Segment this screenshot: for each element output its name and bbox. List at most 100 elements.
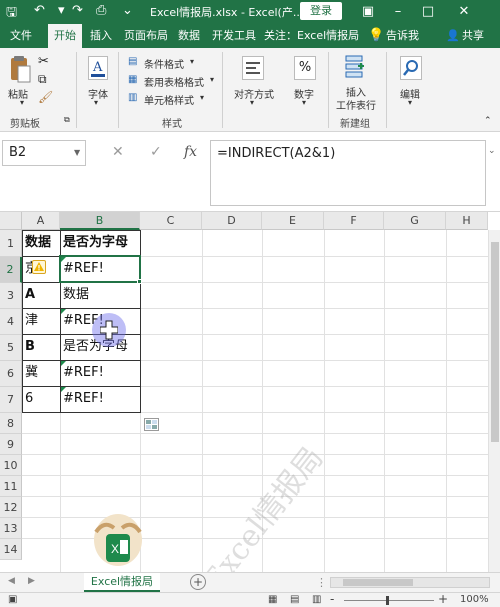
zoom-out-button[interactable]: -: [330, 592, 334, 606]
cell-a3[interactable]: A: [22, 282, 60, 308]
conditional-format-dropdown-icon[interactable]: ▾: [190, 57, 194, 66]
cell-b1[interactable]: 是否为字母: [60, 230, 140, 256]
column-header[interactable]: G: [384, 212, 446, 230]
hscroll-splitter-icon[interactable]: ⋮: [316, 576, 327, 589]
normal-view-icon[interactable]: ▦: [268, 594, 277, 605]
login-button[interactable]: 登录: [300, 2, 342, 20]
customize-qat-icon[interactable]: ⌄: [122, 3, 133, 18]
scrollbar-thumb[interactable]: [491, 242, 499, 442]
cell-style-button[interactable]: 单元格样式: [144, 92, 194, 107]
cell-a4[interactable]: 津: [22, 308, 60, 334]
cell-a6[interactable]: 冀: [22, 360, 60, 386]
tell-me-box[interactable]: 告诉我: [386, 24, 419, 48]
tab-developer[interactable]: 开发工具: [212, 24, 256, 48]
column-header[interactable]: D: [202, 212, 262, 230]
expand-formula-icon[interactable]: ⌄: [488, 146, 496, 156]
row-header[interactable]: 6: [0, 361, 22, 387]
quick-analysis-icon[interactable]: [144, 418, 159, 431]
horizontal-scrollbar[interactable]: [330, 577, 490, 588]
row-header[interactable]: 4: [0, 309, 22, 335]
hscroll-thumb[interactable]: [343, 579, 413, 586]
undo-dropdown-icon[interactable]: ▾: [58, 3, 65, 18]
insert-sub-label[interactable]: 工作表行: [336, 97, 376, 112]
tab-follow[interactable]: 关注：Excel情报局: [264, 24, 359, 48]
restore-button[interactable]: □: [414, 2, 442, 22]
page-layout-view-icon[interactable]: ▤: [290, 594, 299, 605]
row-header[interactable]: 11: [0, 476, 22, 497]
cell-a7[interactable]: 6: [22, 386, 60, 412]
cell-b3[interactable]: 数据: [60, 282, 140, 308]
clipboard-launcher-icon[interactable]: ⧉: [64, 115, 70, 125]
tab-file[interactable]: 文件: [10, 24, 32, 48]
fill-handle[interactable]: [137, 279, 142, 284]
search-icon[interactable]: [400, 56, 422, 80]
minimize-button[interactable]: –: [384, 2, 412, 22]
add-sheet-button[interactable]: +: [190, 574, 206, 590]
zoom-slider[interactable]: [344, 600, 434, 601]
edit-dropdown-icon[interactable]: ▾: [408, 98, 412, 107]
prev-sheet-icon[interactable]: ◀: [8, 576, 15, 586]
paste-label[interactable]: 粘贴: [8, 86, 28, 101]
ribbon-display-icon[interactable]: ▣: [354, 2, 382, 22]
percent-icon[interactable]: %: [294, 56, 316, 80]
confirm-icon[interactable]: ✓: [150, 144, 162, 160]
cell-a5[interactable]: B: [22, 334, 60, 360]
tab-data[interactable]: 数据: [178, 24, 200, 48]
vertical-scrollbar[interactable]: [488, 230, 500, 572]
share-button[interactable]: 共享: [462, 24, 484, 48]
font-dropdown-icon[interactable]: ▾: [94, 98, 98, 107]
print-preview-icon[interactable]: ⎙: [96, 3, 106, 18]
alignment-dropdown-icon[interactable]: ▾: [250, 98, 254, 107]
row-header[interactable]: 12: [0, 497, 22, 518]
formula-input[interactable]: =INDIRECT(A2&1): [210, 140, 486, 206]
collapse-ribbon-icon[interactable]: ⌃: [484, 116, 492, 126]
row-header[interactable]: 9: [0, 434, 22, 455]
column-header[interactable]: C: [140, 212, 202, 230]
alignment-icon[interactable]: [242, 56, 264, 80]
insert-rows-icon[interactable]: [344, 54, 366, 80]
zoom-slider-thumb[interactable]: [386, 596, 389, 605]
error-check-button[interactable]: [32, 260, 46, 274]
cell-b7[interactable]: #REF!: [60, 386, 140, 412]
zoom-in-button[interactable]: +: [438, 592, 448, 606]
format-painter-icon[interactable]: 🖌: [38, 90, 53, 104]
tab-home[interactable]: 开始: [48, 24, 82, 48]
column-header[interactable]: A: [22, 212, 60, 230]
insert-function-icon[interactable]: fx: [184, 144, 197, 160]
zoom-level[interactable]: 100%: [460, 594, 489, 605]
column-header[interactable]: B: [60, 212, 140, 230]
column-header[interactable]: E: [262, 212, 324, 230]
row-header[interactable]: 14: [0, 539, 22, 560]
conditional-format-button[interactable]: 条件格式: [144, 56, 184, 71]
tab-page-layout[interactable]: 页面布局: [124, 24, 168, 48]
copy-icon[interactable]: ⧉: [38, 72, 47, 87]
undo-icon[interactable]: ↶: [34, 3, 45, 18]
cancel-icon[interactable]: ✕: [112, 144, 124, 160]
macro-record-icon[interactable]: ▣: [8, 594, 17, 605]
paste-icon[interactable]: [8, 54, 32, 84]
close-button[interactable]: ✕: [450, 2, 478, 22]
save-icon[interactable]: 🖫: [6, 3, 17, 25]
row-header[interactable]: 2: [0, 257, 22, 283]
name-box-dropdown-icon[interactable]: ▼: [74, 148, 80, 157]
table-format-dropdown-icon[interactable]: ▾: [210, 75, 214, 84]
cut-icon[interactable]: ✂: [38, 54, 49, 69]
table-format-button[interactable]: 套用表格格式: [144, 74, 204, 89]
cell-a1[interactable]: 数据: [22, 230, 60, 256]
row-header[interactable]: 3: [0, 283, 22, 309]
next-sheet-icon[interactable]: ▶: [28, 576, 35, 586]
redo-icon[interactable]: ↷: [72, 3, 83, 18]
page-break-view-icon[interactable]: ▥: [312, 594, 321, 605]
row-header[interactable]: 8: [0, 413, 22, 434]
row-header[interactable]: 1: [0, 230, 22, 257]
row-header[interactable]: 5: [0, 335, 22, 361]
cell-style-dropdown-icon[interactable]: ▾: [200, 93, 204, 102]
select-all-corner[interactable]: [0, 212, 22, 230]
tab-insert[interactable]: 插入: [90, 24, 112, 48]
number-dropdown-icon[interactable]: ▾: [302, 98, 306, 107]
worksheet-grid[interactable]: A B C D E F G H 1 2 3 4 5 6 7 8 9 10 11 …: [0, 212, 500, 572]
font-icon[interactable]: A: [88, 56, 108, 80]
row-header[interactable]: 10: [0, 455, 22, 476]
paste-dropdown-icon[interactable]: ▾: [20, 98, 24, 107]
row-header[interactable]: 7: [0, 387, 22, 413]
